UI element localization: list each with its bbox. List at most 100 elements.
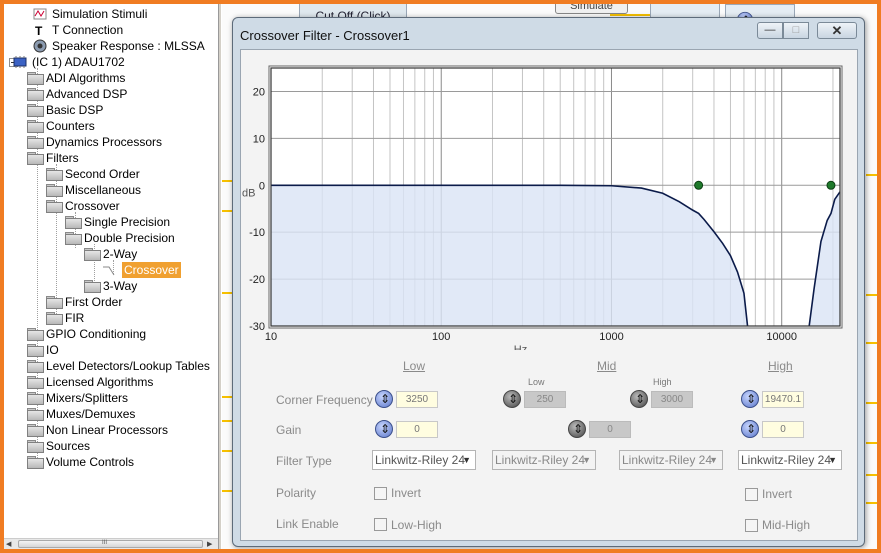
tree-item[interactable]: Sources [4,438,218,454]
mid-low-frequency-input: 250 [524,391,566,408]
gain-label: Gain [276,423,302,437]
low-invert-label[interactable]: Invert [391,486,421,500]
folder-icon [46,296,63,309]
mid-high-link-checkbox[interactable] [745,519,758,532]
high-invert-checkbox[interactable] [745,488,758,501]
tree-item-label: Double Precision [84,231,175,245]
tree-item[interactable]: Miscellaneous [4,182,218,198]
mid-low-filter-type-select: Linkwitz-Riley 24 ▼ [492,450,596,470]
tree-item[interactable]: ADI Algorithms [4,70,218,86]
tree-item[interactable]: 3-Way [4,278,218,294]
minimize-button[interactable]: — [757,22,783,39]
low-gain-input[interactable]: 0 [396,421,438,438]
y-axis-label: dB [242,187,255,199]
tree-item[interactable]: Filters [4,150,218,166]
tree-item-label: Basic DSP [46,103,104,117]
wire [222,180,232,182]
folder-icon [65,216,82,229]
tree-item[interactable]: Crossover [4,198,218,214]
folder-icon [84,248,101,261]
x-tick-label: 100 [432,331,450,343]
tree-item[interactable]: Volume Controls [4,454,218,470]
high-frequency-knob[interactable] [741,390,759,408]
tree-item[interactable]: Double Precision [4,230,218,246]
folder-icon [27,152,44,165]
simulate-button[interactable]: Simulate [555,4,628,14]
wire [866,442,877,444]
x-tick-label: 10000 [766,331,797,343]
band-high-label: High [768,359,793,373]
high-gain-knob[interactable] [741,420,759,438]
low-high-link-label[interactable]: Low-High [391,518,442,532]
tree-item[interactable]: Second Order [4,166,218,182]
tree-item[interactable]: Basic DSP [4,102,218,118]
low-high-link-checkbox[interactable] [374,518,387,531]
y-tick-label: 0 [259,180,265,192]
low-invert-checkbox[interactable] [374,487,387,500]
scrollbar-thumb[interactable] [18,540,203,548]
low-frequency-knob[interactable] [375,390,393,408]
band-mid-label: Mid [597,359,617,373]
tree-item-label: ADI Algorithms [46,71,126,85]
y-tick-label: -10 [249,227,265,239]
tree-item-label: FIR [65,311,85,325]
high-gain-input[interactable]: 0 [762,421,804,438]
tree-item-label: First Order [65,295,123,309]
low-filter-type-select[interactable]: Linkwitz-Riley 24 ▼ [372,450,476,470]
tree-item[interactable]: Dynamics Processors [4,134,218,150]
x-axis-label: Hz [514,344,527,350]
chevron-down-icon: ▼ [582,455,591,465]
folder-icon [46,184,63,197]
tree-item[interactable]: Level Detectors/Lookup Tables [4,358,218,374]
tree-item[interactable]: GPIO Conditioning [4,326,218,342]
tree-item[interactable]: T T Connection [4,22,218,38]
wire [866,174,877,176]
tree-item[interactable]: Muxes/Demuxes [4,406,218,422]
wire [222,490,232,492]
tree-item[interactable]: IO [4,342,218,358]
high-frequency-input[interactable]: 19470.1 [762,391,804,408]
tree-item[interactable]: Crossover [4,262,218,278]
high-filter-type-select[interactable]: Linkwitz-Riley 24 ▼ [738,450,842,470]
corner-frequency-marker [694,180,704,190]
y-tick-label: 10 [253,133,265,145]
mid-high-caption: High [653,377,672,387]
polarity-label: Polarity [276,486,317,500]
tree-item[interactable]: Advanced DSP [4,86,218,102]
chevron-down-icon: ▼ [709,455,718,465]
folder-icon [27,120,44,133]
wire [866,342,877,344]
tree-item[interactable]: Non Linear Processors [4,422,218,438]
tree-item[interactable]: Simulation Stimuli [4,6,218,22]
mid-high-link-label[interactable]: Mid-High [762,518,810,532]
tree-horizontal-scrollbar[interactable]: ◀ III ▶ [4,538,218,549]
mid-high-filter-type-value: Linkwitz-Riley 24 [622,453,713,467]
wire [222,450,232,452]
tree-item-label: Simulation Stimuli [52,7,148,21]
maximize-button[interactable]: □ [783,22,809,39]
tree-item[interactable]: First Order [4,294,218,310]
toolbox-tree[interactable]: Simulation Stimuli T T Connection Speaker R… [4,4,218,538]
mid-low-caption: Low [528,377,545,387]
tree-item[interactable]: Single Precision [4,214,218,230]
high-invert-label[interactable]: Invert [762,487,792,501]
scroll-right-arrow-icon[interactable]: ▶ [207,540,212,548]
tree-item[interactable]: Licensed Algorithms [4,374,218,390]
tree-item[interactable]: 2-Way [4,246,218,262]
scroll-left-arrow-icon[interactable]: ◀ [6,540,11,548]
tree-item-label: Second Order [65,167,140,181]
tree-item[interactable]: (IC 1) ADAU1702 [4,54,218,70]
low-gain-knob[interactable] [375,420,393,438]
low-frequency-input[interactable]: 3250 [396,391,438,408]
close-button[interactable]: ✕ [817,22,857,39]
high-filter-type-value: Linkwitz-Riley 24 [741,453,832,467]
band-low-label: Low [403,359,426,373]
crossover-filter-dialog[interactable]: Crossover Filter - Crossover1 — □ ✕ 20 10… [232,17,865,547]
mid-gain-knob [568,420,586,438]
tree-item[interactable]: Mixers/Splitters [4,390,218,406]
tree-item[interactable]: FIR [4,310,218,326]
tree-item[interactable]: Speaker Response : MLSSA [4,38,218,54]
tree-item[interactable]: Counters [4,118,218,134]
mid-low-filter-type-value: Linkwitz-Riley 24 [495,453,586,467]
tree-item-label: Counters [46,119,95,133]
